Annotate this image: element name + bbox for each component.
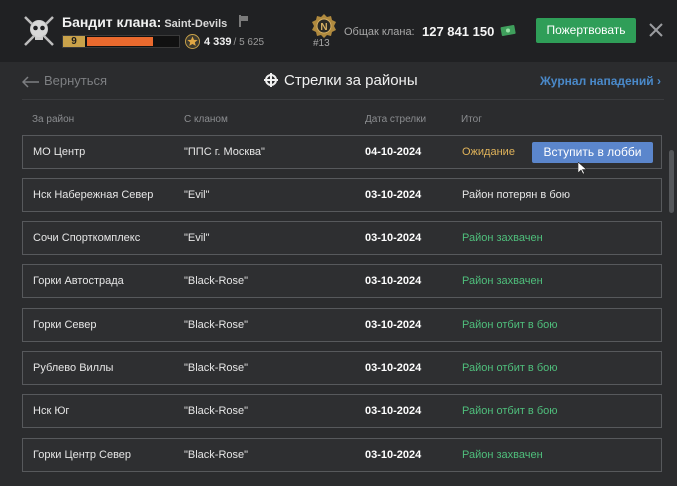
cell-date: 03-10-2024 <box>365 362 422 374</box>
table-row: Горки Центр Север "Black-Rose" 03-10-202… <box>22 438 662 472</box>
cell-result: Район захвачен <box>462 449 543 461</box>
table-row: Нск Юг "Black-Rose" 03-10-2024 Район отб… <box>22 394 662 428</box>
close-icon[interactable] <box>647 21 665 39</box>
scrollbar[interactable] <box>669 150 674 213</box>
cell-clan: "Black-Rose" <box>184 362 249 374</box>
cell-result: Район отбит в бою <box>462 319 558 331</box>
clan-header: Бандит клана: Saint-Devils 9 4 339/ 5 625… <box>0 0 677 62</box>
table-row: Горки Автострада "Black-Rose" 03-10-2024… <box>22 264 662 298</box>
cell-date: 03-10-2024 <box>365 189 422 201</box>
clan-label: Бандит клана: <box>62 14 162 30</box>
cell-clan: "Black-Rose" <box>184 275 249 287</box>
back-label: Вернуться <box>44 73 108 88</box>
clan-title: Бандит клана: Saint-Devils <box>62 14 227 30</box>
back-button[interactable]: Вернуться <box>22 73 107 89</box>
rating-current: 4 339 <box>204 36 232 48</box>
table-row: МО Центр "ППС г. Москва" 04-10-2024 Ожид… <box>22 135 662 169</box>
crosshair-icon <box>264 73 278 87</box>
cell-district: Нск Набережная Север <box>33 189 154 201</box>
donate-button[interactable]: Пожертвовать <box>536 18 636 43</box>
cell-result: Район отбит в бою <box>462 405 558 417</box>
flag-icon <box>239 15 248 27</box>
level-progress-fill <box>87 37 153 46</box>
level-number: 9 <box>63 36 85 47</box>
cell-district: Горки Автострада <box>33 275 124 287</box>
level-progress-bar: 9 <box>62 35 180 48</box>
rank-badge-icon: N <box>312 14 336 38</box>
svg-text:N: N <box>320 22 327 33</box>
cell-date: 03-10-2024 <box>365 319 422 331</box>
column-header-result: Итог <box>461 114 482 125</box>
column-header-district: За район <box>32 114 75 125</box>
clan-fund-label: Общак клана: <box>344 26 415 38</box>
cell-date: 04-10-2024 <box>365 146 422 158</box>
cell-date: 03-10-2024 <box>365 405 422 417</box>
cash-icon <box>500 25 516 36</box>
cell-clan: "Black-Rose" <box>184 405 249 417</box>
clan-name[interactable]: Saint-Devils <box>164 18 227 30</box>
cell-district: Сочи Спорткомплекс <box>33 232 141 244</box>
cell-clan: "Black-Rose" <box>184 449 249 461</box>
cell-district: Горки Центр Север <box>33 449 132 461</box>
cell-district: МО Центр <box>33 146 86 158</box>
clan-rank: #13 <box>313 38 330 49</box>
cell-date: 03-10-2024 <box>365 449 422 461</box>
table-row: Горки Север "Black-Rose" 03-10-2024 Райо… <box>22 308 662 342</box>
table-row: Нск Набережная Север "Evil" 03-10-2024 Р… <box>22 178 662 212</box>
cell-clan: "Evil" <box>184 232 210 244</box>
cell-result: Район захвачен <box>462 232 543 244</box>
attack-journal-link[interactable]: Журнал нападений › <box>540 74 661 88</box>
column-header-clan: С кланом <box>184 114 228 125</box>
cell-date: 03-10-2024 <box>365 232 422 244</box>
table-row: Рублево Виллы "Black-Rose" 03-10-2024 Ра… <box>22 351 662 385</box>
rating-max: / 5 625 <box>233 37 265 48</box>
cell-district: Горки Север <box>33 319 97 331</box>
cell-result: Район потерян в бою <box>462 189 570 201</box>
cell-clan: "Black-Rose" <box>184 319 249 331</box>
cell-result: Ожидание <box>462 146 515 158</box>
cell-clan: "Evil" <box>184 189 210 201</box>
arrow-left-icon <box>22 76 39 88</box>
cell-district: Рублево Виллы <box>33 362 114 374</box>
table-row: Сочи Спорткомплекс "Evil" 03-10-2024 Рай… <box>22 221 662 255</box>
star-rating-icon <box>185 34 200 49</box>
skull-emblem-icon <box>24 16 54 46</box>
clan-fund-value: 127 841 150 <box>422 24 495 39</box>
join-lobby-button[interactable]: Вступить в лобби <box>532 142 653 163</box>
page-title-text: Стрелки за районы <box>284 72 418 89</box>
mouse-cursor-icon <box>578 162 587 174</box>
cell-district: Нск Юг <box>33 405 70 417</box>
cell-clan: "ППС г. Москва" <box>184 146 265 158</box>
cell-result: Район захвачен <box>462 275 543 287</box>
rating-value: 4 339/ 5 625 <box>204 36 264 48</box>
page-title: Стрелки за районы <box>264 72 418 89</box>
cell-result: Район отбит в бою <box>462 362 558 374</box>
divider <box>22 99 664 100</box>
column-header-date: Дата стрелки <box>365 114 427 125</box>
cell-date: 03-10-2024 <box>365 275 422 287</box>
